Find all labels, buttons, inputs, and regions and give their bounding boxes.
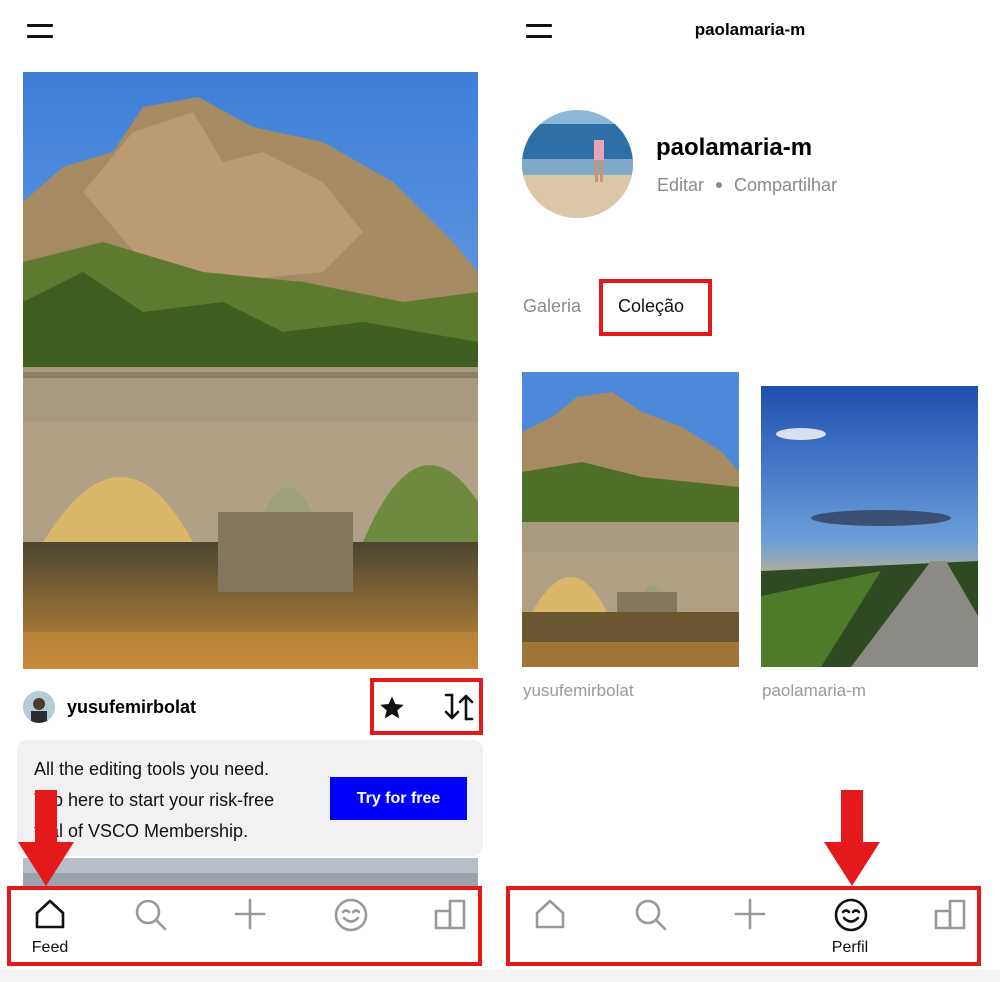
header-title: paolamaria-m <box>694 20 806 39</box>
search-icon <box>135 899 167 931</box>
nav-create[interactable] <box>720 886 780 966</box>
star-icon[interactable] <box>378 694 406 722</box>
separator-dot <box>716 182 723 188</box>
promo-line: trial of VSCO Membership. <box>34 821 249 841</box>
nav-profile[interactable]: Perfil <box>820 886 880 966</box>
smiley-face-icon <box>334 898 368 932</box>
edit-link[interactable]: Editar <box>657 175 704 195</box>
nav-label: Perfil <box>831 939 869 956</box>
bottom-nav: Feed <box>0 886 500 970</box>
studio-icon <box>934 899 966 930</box>
promo-line: Tap here to start your risk-free <box>34 790 275 810</box>
tab-galeria[interactable]: Galeria <box>523 296 581 317</box>
home-icon <box>535 899 565 929</box>
profile-avatar[interactable] <box>522 110 633 218</box>
collection-caption[interactable]: paolamaria-m <box>762 681 866 701</box>
profile-screen: paolamaria-m paolamaria-m Editar Comparti… <box>500 0 1000 982</box>
search-icon <box>635 899 667 931</box>
profile-name: paolamaria-m <box>656 134 813 161</box>
nav-search[interactable] <box>120 886 180 966</box>
arrow-down-indicator <box>824 790 880 886</box>
bottom-nav: Perfil <box>500 886 1000 970</box>
menu-icon[interactable] <box>27 22 53 40</box>
nav-search[interactable] <box>620 886 680 966</box>
promo-text: All the editing tools you need. Tap here… <box>34 754 324 847</box>
membership-promo-card[interactable]: All the editing tools you need. Tap here… <box>17 740 483 856</box>
smiley-face-icon <box>834 898 868 932</box>
author-avatar[interactable] <box>23 691 55 723</box>
system-bar <box>500 970 1000 982</box>
nav-studio[interactable] <box>420 886 480 966</box>
author-username[interactable]: yusufemirbolat <box>67 697 196 718</box>
profile-actions: Editar Compartilhar <box>657 175 837 196</box>
arrow-down-indicator <box>18 790 74 886</box>
tab-colecao[interactable]: Coleção <box>618 296 684 317</box>
share-link[interactable]: Compartilhar <box>734 175 837 195</box>
studio-icon <box>434 899 466 930</box>
feed-screen: yusufemirbolat All the editing tools you… <box>0 0 500 982</box>
promo-line: All the editing tools you need. <box>34 759 270 779</box>
home-icon <box>35 899 65 929</box>
collection-caption[interactable]: yusufemirbolat <box>523 681 634 701</box>
feed-post-photo[interactable] <box>23 72 478 669</box>
nav-create[interactable] <box>220 886 280 966</box>
nav-profile[interactable] <box>320 886 380 966</box>
republish-icon[interactable] <box>442 692 476 722</box>
nav-feed[interactable]: Feed <box>20 886 80 966</box>
plus-icon <box>734 898 766 930</box>
nav-studio[interactable] <box>920 886 980 966</box>
next-post-photo[interactable] <box>23 858 478 888</box>
system-bar <box>0 970 500 982</box>
nav-feed[interactable] <box>520 886 580 966</box>
collection-photo[interactable] <box>522 372 739 667</box>
try-for-free-button[interactable]: Try for free <box>330 777 467 820</box>
collection-photo[interactable] <box>761 386 978 667</box>
nav-label: Feed <box>31 939 69 956</box>
plus-icon <box>234 898 266 930</box>
